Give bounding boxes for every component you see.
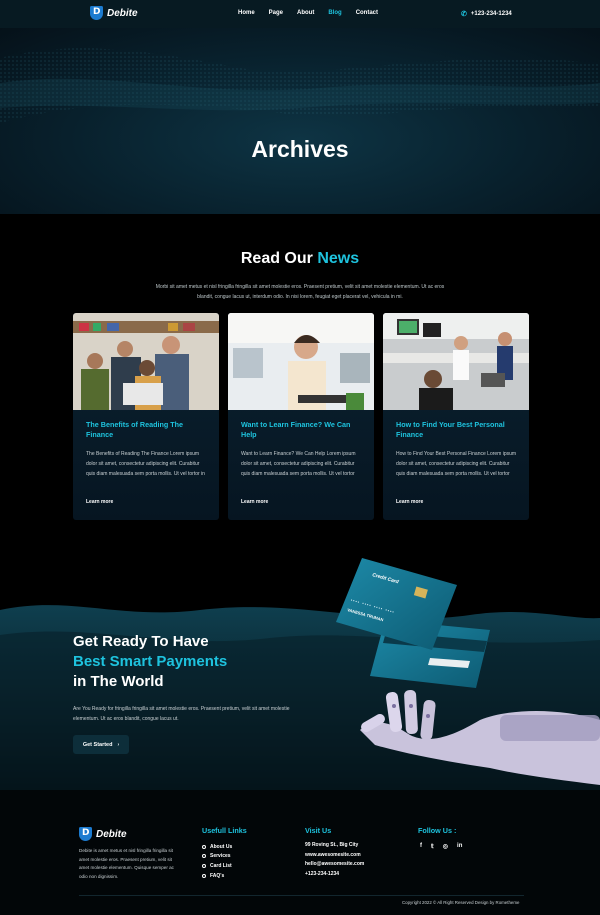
nav-item-page[interactable]: Page [269,10,283,16]
promo-heading-line3: in The World [73,673,164,690]
footer-visit-heading: Visit Us [305,826,332,835]
card-title[interactable]: How to Find Your Best Personal Finance [396,420,516,440]
news-section-title: Read Our News [0,250,600,268]
nav-item-blog[interactable]: Blog [328,10,341,16]
card-image-support[interactable] [228,313,374,410]
footer-logo-text: Debite [96,828,127,840]
circle-bullet-icon [202,844,206,849]
footer-link-card-list[interactable]: Card List [202,861,232,871]
footer-divider [79,895,524,896]
promo-description: Are You Ready for fringilla fringilla si… [73,706,290,722]
main-menu: Home Page About Blog Contact [238,10,378,16]
footer-social-links: f 𝕥 ◎ in [420,843,462,850]
circle-bullet-icon [202,873,206,878]
get-started-button[interactable]: Get Started › [73,735,129,754]
logo-shield-icon [79,827,92,841]
footer-link-label: Services [210,853,231,860]
nav-phone[interactable]: ✆ +123-234-1234 [461,10,512,18]
footer-links-heading: Usefull Links [202,826,247,835]
hero-particle-wave [0,48,600,123]
news-title-accent: News [317,250,360,267]
footer-link-about[interactable]: About Us [202,842,232,852]
get-started-label: Get Started [82,741,113,748]
news-title-plain: Read Our [240,250,313,267]
circle-bullet-icon [202,863,206,868]
site-logo[interactable]: Debite [90,6,138,20]
news-card[interactable]: The Benefits of Reading The Finance The … [73,313,219,520]
card-excerpt: How to Find Your Best Personal Finance L… [396,451,517,477]
learn-more-link[interactable]: Learn more [241,499,268,505]
footer-link-label: About Us [210,843,233,850]
footer-copyright: Copyright 2022 © All Right Reserved Desi… [402,900,520,905]
news-cards: The Benefits of Reading The Finance The … [73,313,529,520]
learn-more-link[interactable]: Learn more [86,499,113,505]
site-footer: Debite Debite is amet metus et nisl frin… [0,790,600,915]
news-card[interactable]: How to Find Your Best Personal Finance H… [383,313,529,520]
circle-bullet-icon [202,854,206,859]
card-photo-office [383,313,529,410]
footer-logo[interactable]: Debite [79,827,127,841]
promo-section: Credit Card •••• •••• •••• •••• VANESSA … [0,540,600,790]
footer-links-list: About Us Services Card List FAQ's [202,842,232,880]
card-photo-support [228,313,374,410]
phone-icon: ✆ [461,11,467,18]
linkedin-icon[interactable]: in [457,843,462,850]
chevron-right-icon: › [117,741,120,748]
card-title[interactable]: Want to Learn Finance? We Can Help [241,420,361,440]
twitter-icon[interactable]: 𝕥 [431,843,434,850]
instagram-icon[interactable]: ◎ [443,843,448,850]
card-image-team[interactable] [73,313,219,410]
facebook-icon[interactable]: f [420,843,422,850]
card-excerpt: Want to Learn Finance? We Can Help Lorem… [241,451,356,477]
card-photo-team [73,313,219,410]
news-card[interactable]: Want to Learn Finance? We Can Help Want … [228,313,374,520]
footer-phone[interactable]: +123-234-1234 [305,871,364,881]
nav-item-about[interactable]: About [297,10,314,16]
news-intro: Morbi sit amet metus et nisl fringilla f… [155,284,445,300]
promo-heading-line1: Get Ready To Have [73,633,209,650]
nav-phone-number: +123-234-1234 [470,11,512,17]
footer-website-link[interactable]: www.awesomesite.com [305,852,364,862]
footer-link-label: Card List [210,862,232,869]
top-navbar: Debite Home Page About Blog Contact ✆ +1… [0,0,600,28]
footer-email-link[interactable]: hello@awesomesite.com [305,861,364,871]
footer-about-text: Debite is amet metus et nisl fringilla f… [79,848,174,879]
logo-shield-icon [90,6,103,20]
hero-banner: Archives [0,28,600,214]
page-title: Archives [251,136,349,162]
card-image-office[interactable] [383,313,529,410]
footer-address: 99 Roving St., Big City [305,842,359,848]
nav-item-home[interactable]: Home [238,10,255,16]
logo-text: Debite [107,7,138,19]
footer-follow-heading: Follow Us : [418,826,457,835]
card-excerpt: The Benefits of Reading The Finance Lore… [86,451,205,477]
footer-link-faqs[interactable]: FAQ's [202,871,232,881]
promo-heading-line2: Best Smart Payments [73,653,228,670]
learn-more-link[interactable]: Learn more [396,499,423,505]
card-title[interactable]: The Benefits of Reading The Finance [86,420,206,440]
footer-link-services[interactable]: Services [202,852,232,862]
footer-contact-info: 99 Roving St., Big City www.awesomesite.… [305,842,364,880]
footer-link-label: FAQ's [210,872,225,879]
nav-item-contact[interactable]: Contact [356,10,378,16]
